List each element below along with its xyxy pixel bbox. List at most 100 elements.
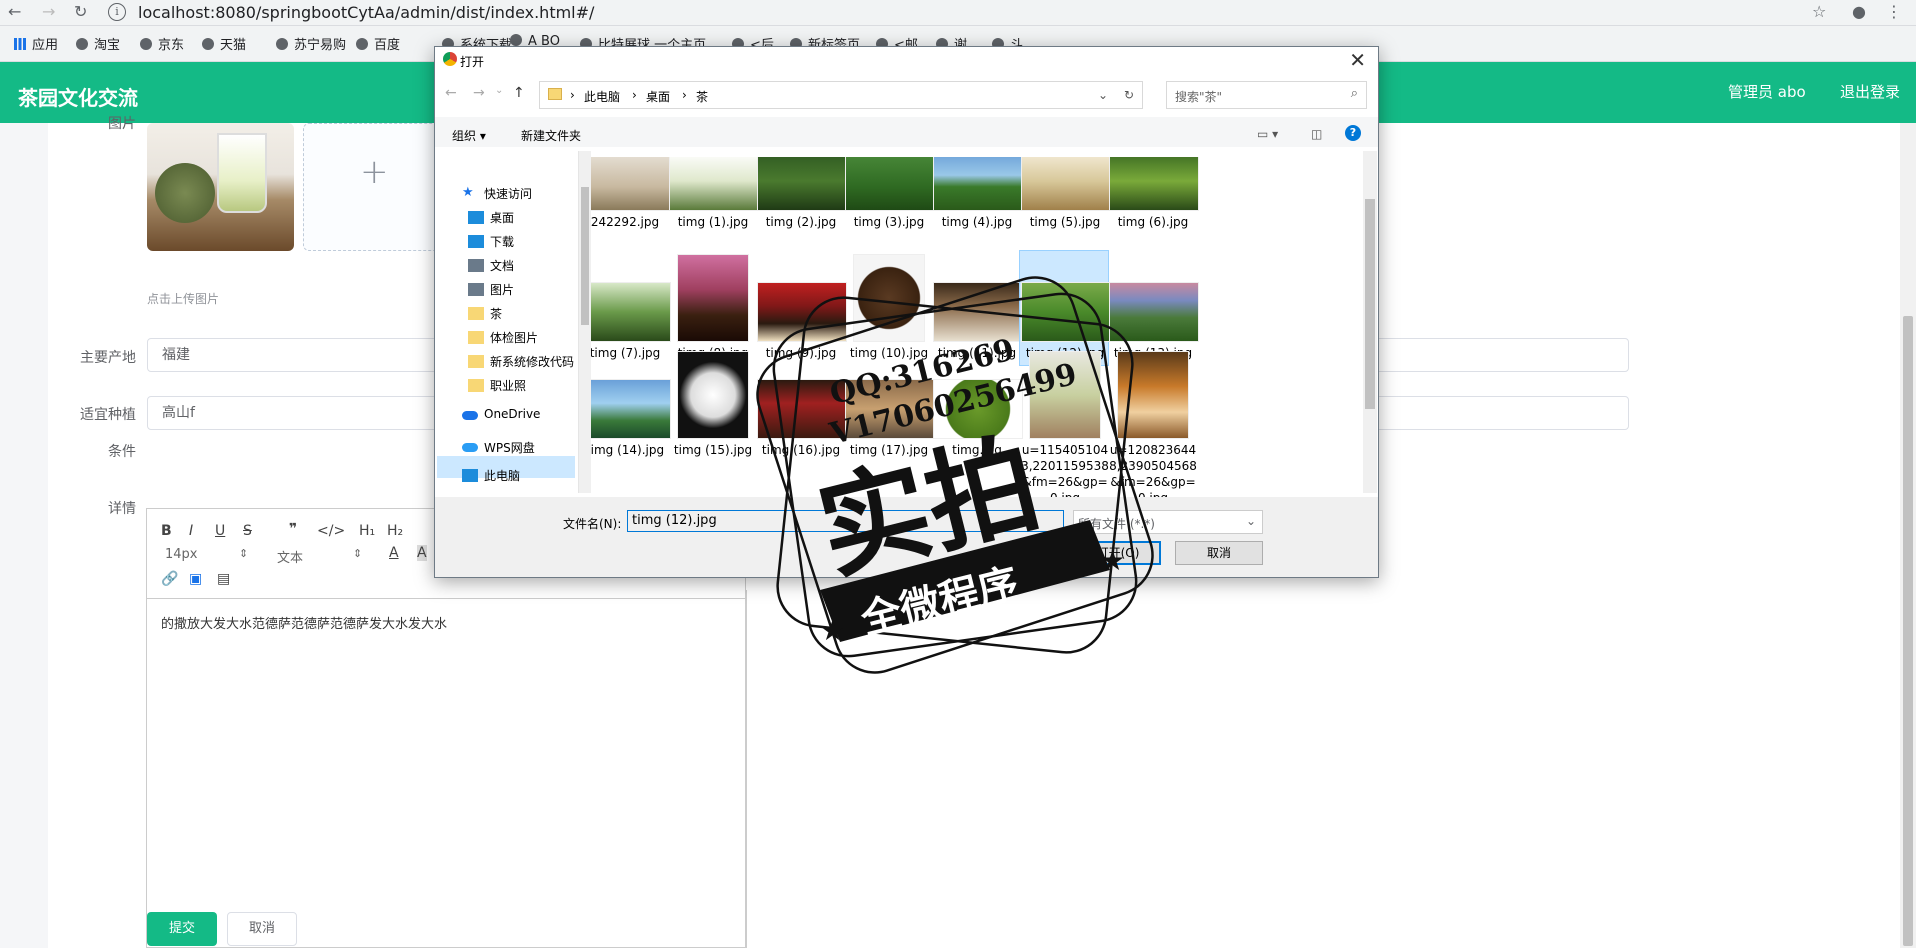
tree-item[interactable]: 体检图片: [490, 329, 538, 346]
tree-item[interactable]: 下载: [490, 233, 514, 250]
code-icon[interactable]: </>: [317, 523, 345, 539]
file-item[interactable]: timg (16).jpg: [757, 351, 847, 458]
file-name: timg (1).jpg: [677, 215, 749, 229]
reload-icon[interactable]: ↻: [74, 2, 87, 21]
cancel-button[interactable]: 取消: [227, 912, 297, 946]
preview-pane-icon[interactable]: ◫: [1311, 127, 1322, 141]
image-icon[interactable]: ▣: [189, 571, 202, 587]
file-name: timg (5).jpg: [1029, 215, 1101, 229]
h2-icon[interactable]: H₂: [387, 523, 403, 539]
file-item[interactable]: timg (15).jpg: [669, 351, 757, 458]
tree-item[interactable]: 职业照: [490, 377, 526, 394]
font-size-select[interactable]: 14px: [165, 547, 198, 562]
submit-button[interactable]: 提交: [147, 912, 217, 946]
tree-item[interactable]: OneDrive: [484, 407, 540, 421]
forward-icon[interactable]: →: [42, 2, 55, 21]
tree-item[interactable]: 茶: [490, 305, 502, 322]
chevron-down-icon: ⌄: [1245, 514, 1256, 528]
italic-icon[interactable]: I: [189, 523, 193, 539]
tree-item[interactable]: 图片: [490, 281, 514, 298]
quote-icon[interactable]: ❞: [289, 521, 297, 537]
tree-item[interactable]: WPS网盘: [484, 439, 535, 456]
file-type-filter[interactable]: 所有文件 (*.*) ⌄: [1073, 510, 1263, 534]
organize-menu[interactable]: 组织 ▾: [452, 127, 486, 144]
dlg-recent-icon[interactable]: ⌄: [495, 85, 503, 96]
bold-icon[interactable]: B: [161, 523, 172, 539]
tree-item[interactable]: 新系统修改代码: [490, 353, 574, 370]
link-icon[interactable]: 🔗: [161, 571, 178, 587]
file-item[interactable]: timg (2).jpg: [757, 157, 847, 230]
h1-icon[interactable]: H₁: [359, 523, 375, 539]
file-item[interactable]: timg (10).jpg: [845, 254, 933, 361]
file-item[interactable]: timg (17).jpg: [845, 351, 935, 458]
font-type-select[interactable]: 文本: [277, 547, 303, 566]
file-item[interactable]: timg (4).jpg: [933, 157, 1023, 230]
editor-content[interactable]: 的撒放大发大水范德萨范德萨范德萨发大水发大水: [161, 613, 447, 632]
file-item[interactable]: 242292.jpg: [581, 157, 671, 230]
dlg-up-icon[interactable]: ↑: [513, 85, 525, 101]
dialog-cancel-button[interactable]: 取消: [1175, 541, 1263, 565]
font-size-arrow[interactable]: ⇕: [239, 547, 248, 560]
menu-icon[interactable]: ⋮: [1886, 2, 1902, 21]
dlg-refresh-icon[interactable]: ↻: [1124, 88, 1134, 102]
file-item[interactable]: timg (5).jpg: [1021, 157, 1111, 230]
file-item[interactable]: timg.jpg: [933, 351, 1023, 458]
user-name[interactable]: 管理员 abo: [1728, 81, 1806, 102]
tree-item[interactable]: 文档: [490, 257, 514, 274]
bg-color-icon[interactable]: A: [417, 545, 427, 561]
dlg-forward-icon[interactable]: →: [473, 85, 485, 101]
file-item[interactable]: timg (11).jpg: [933, 254, 1023, 361]
globe-icon: [140, 38, 152, 50]
files-scroll-thumb[interactable]: [1365, 199, 1375, 409]
file-item[interactable]: timg (13).jpg: [1109, 254, 1199, 361]
tree-item[interactable]: 快速访问: [484, 185, 532, 202]
font-type-arrow[interactable]: ⇕: [353, 547, 362, 560]
file-item[interactable]: timg (14).jpg: [581, 351, 671, 458]
file-item[interactable]: u=1208236448,2390504568&fm=26&gp=0.jpg: [1109, 351, 1197, 497]
back-icon[interactable]: ←: [8, 2, 21, 21]
breadcrumb[interactable]: › 此电脑 › 桌面 › 茶 ⌄ ↻: [539, 81, 1143, 109]
info-icon[interactable]: i: [108, 3, 126, 21]
upload-button[interactable]: +: [303, 123, 449, 251]
video-icon[interactable]: ▤: [217, 571, 230, 587]
file-item[interactable]: timg (7).jpg: [581, 254, 671, 361]
open-button[interactable]: 打开(O): [1075, 541, 1161, 565]
dialog-search-input[interactable]: 搜索"茶" ⌕: [1166, 81, 1367, 109]
crumb-pc[interactable]: 此电脑: [584, 88, 620, 105]
dlg-back-icon[interactable]: ←: [445, 85, 457, 101]
file-item[interactable]: timg (9).jpg: [757, 254, 847, 361]
filename-input[interactable]: timg (12).jpg: [627, 510, 1064, 532]
view-menu-icon[interactable]: ▭ ▾: [1257, 127, 1278, 141]
bookmark-item[interactable]: 天猫: [202, 34, 246, 53]
tree-scroll-thumb[interactable]: [581, 187, 589, 325]
address-bar[interactable]: localhost:8080/springbootCytAa/admin/dis…: [138, 3, 594, 22]
page-scroll-thumb[interactable]: [1903, 316, 1913, 946]
file-item[interactable]: timg (6).jpg: [1109, 157, 1199, 230]
folder-icon: [468, 307, 484, 320]
underline-icon[interactable]: U: [215, 523, 225, 539]
bookmark-item[interactable]: 百度: [356, 34, 400, 53]
file-item[interactable]: timg (8).jpg: [669, 254, 757, 361]
bookmark-item[interactable]: 苏宁易购: [276, 34, 346, 53]
help-icon[interactable]: ?: [1345, 125, 1361, 141]
close-icon[interactable]: ✕: [1349, 48, 1366, 72]
crumb-desktop[interactable]: 桌面: [646, 88, 670, 105]
crumb-tea[interactable]: 茶: [696, 88, 708, 105]
strike-icon[interactable]: S: [243, 523, 252, 539]
file-item[interactable]: u=1154051043,2201159538&fm=26&gp=0.jpg: [1021, 351, 1109, 497]
star-icon[interactable]: ☆: [1812, 2, 1826, 21]
new-folder-button[interactable]: 新建文件夹: [521, 127, 581, 144]
tree-item[interactable]: 此电脑: [484, 467, 520, 484]
tree-item[interactable]: 桌面: [490, 209, 514, 226]
font-color-icon[interactable]: A: [389, 545, 399, 561]
file-item[interactable]: timg (12).jpg: [1021, 254, 1111, 361]
bookmark-item[interactable]: 应用: [14, 34, 58, 53]
bookmark-item[interactable]: 淘宝: [76, 34, 120, 53]
bookmark-item[interactable]: 京东: [140, 34, 184, 53]
file-item[interactable]: timg (3).jpg: [845, 157, 935, 230]
breadcrumb-dropdown-icon[interactable]: ⌄: [1098, 88, 1108, 102]
profile-icon[interactable]: ●: [1852, 2, 1866, 21]
uploaded-image[interactable]: [147, 123, 294, 251]
file-item[interactable]: timg (1).jpg: [669, 157, 759, 230]
logout-link[interactable]: 退出登录: [1840, 81, 1900, 102]
